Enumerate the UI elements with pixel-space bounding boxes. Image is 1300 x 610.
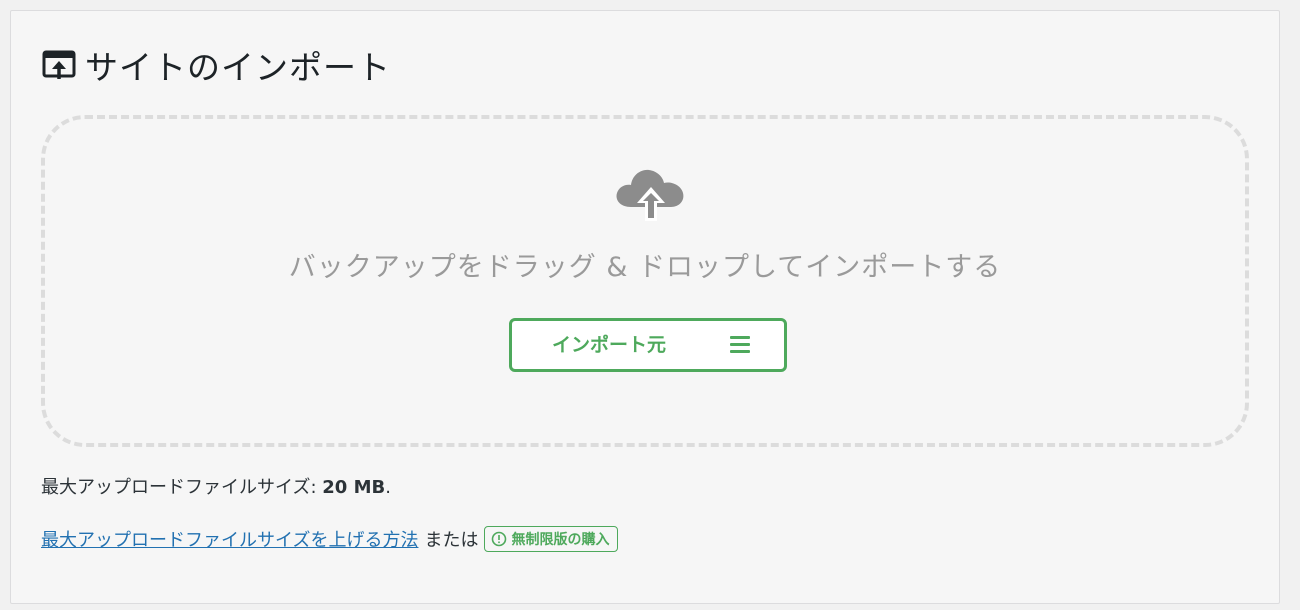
import-from-label: インポート元 <box>552 334 667 356</box>
cloud-upload-icon <box>611 163 691 229</box>
backup-dropzone[interactable]: バックアップをドラッグ & ドロップしてインポートする インポート元 <box>41 115 1249 447</box>
import-panel: サイトのインポート バックアップをドラッグ & ドロップしてインポートする イン… <box>10 10 1280 604</box>
panel-header: サイトのインポート <box>41 45 391 87</box>
dropzone-instruction: バックアップをドラッグ & ドロップしてインポートする <box>288 252 1002 283</box>
info-circle-icon <box>491 531 507 547</box>
buy-unlimited-label: 無制限版の購入 <box>511 532 610 548</box>
upload-help-row: 最大アップロードファイルサイズを上げる方法 または 無制限版の購入 <box>41 524 619 554</box>
max-upload-size-value: 20 MB <box>322 477 386 498</box>
max-upload-size-info: 最大アップロードファイルサイズ: 20 MB. <box>41 473 391 499</box>
increase-upload-size-link[interactable]: 最大アップロードファイルサイズを上げる方法 <box>41 526 418 552</box>
max-upload-size-label: 最大アップロードファイルサイズ: <box>41 477 323 498</box>
menu-icon <box>730 335 752 355</box>
import-window-icon <box>41 47 77 83</box>
import-from-button[interactable]: インポート元 <box>509 318 787 372</box>
page-title: サイトのインポート <box>85 48 391 87</box>
or-text: または <box>424 530 479 551</box>
buy-unlimited-button[interactable]: 無制限版の購入 <box>484 526 619 552</box>
max-upload-size-suffix: . <box>385 477 391 498</box>
